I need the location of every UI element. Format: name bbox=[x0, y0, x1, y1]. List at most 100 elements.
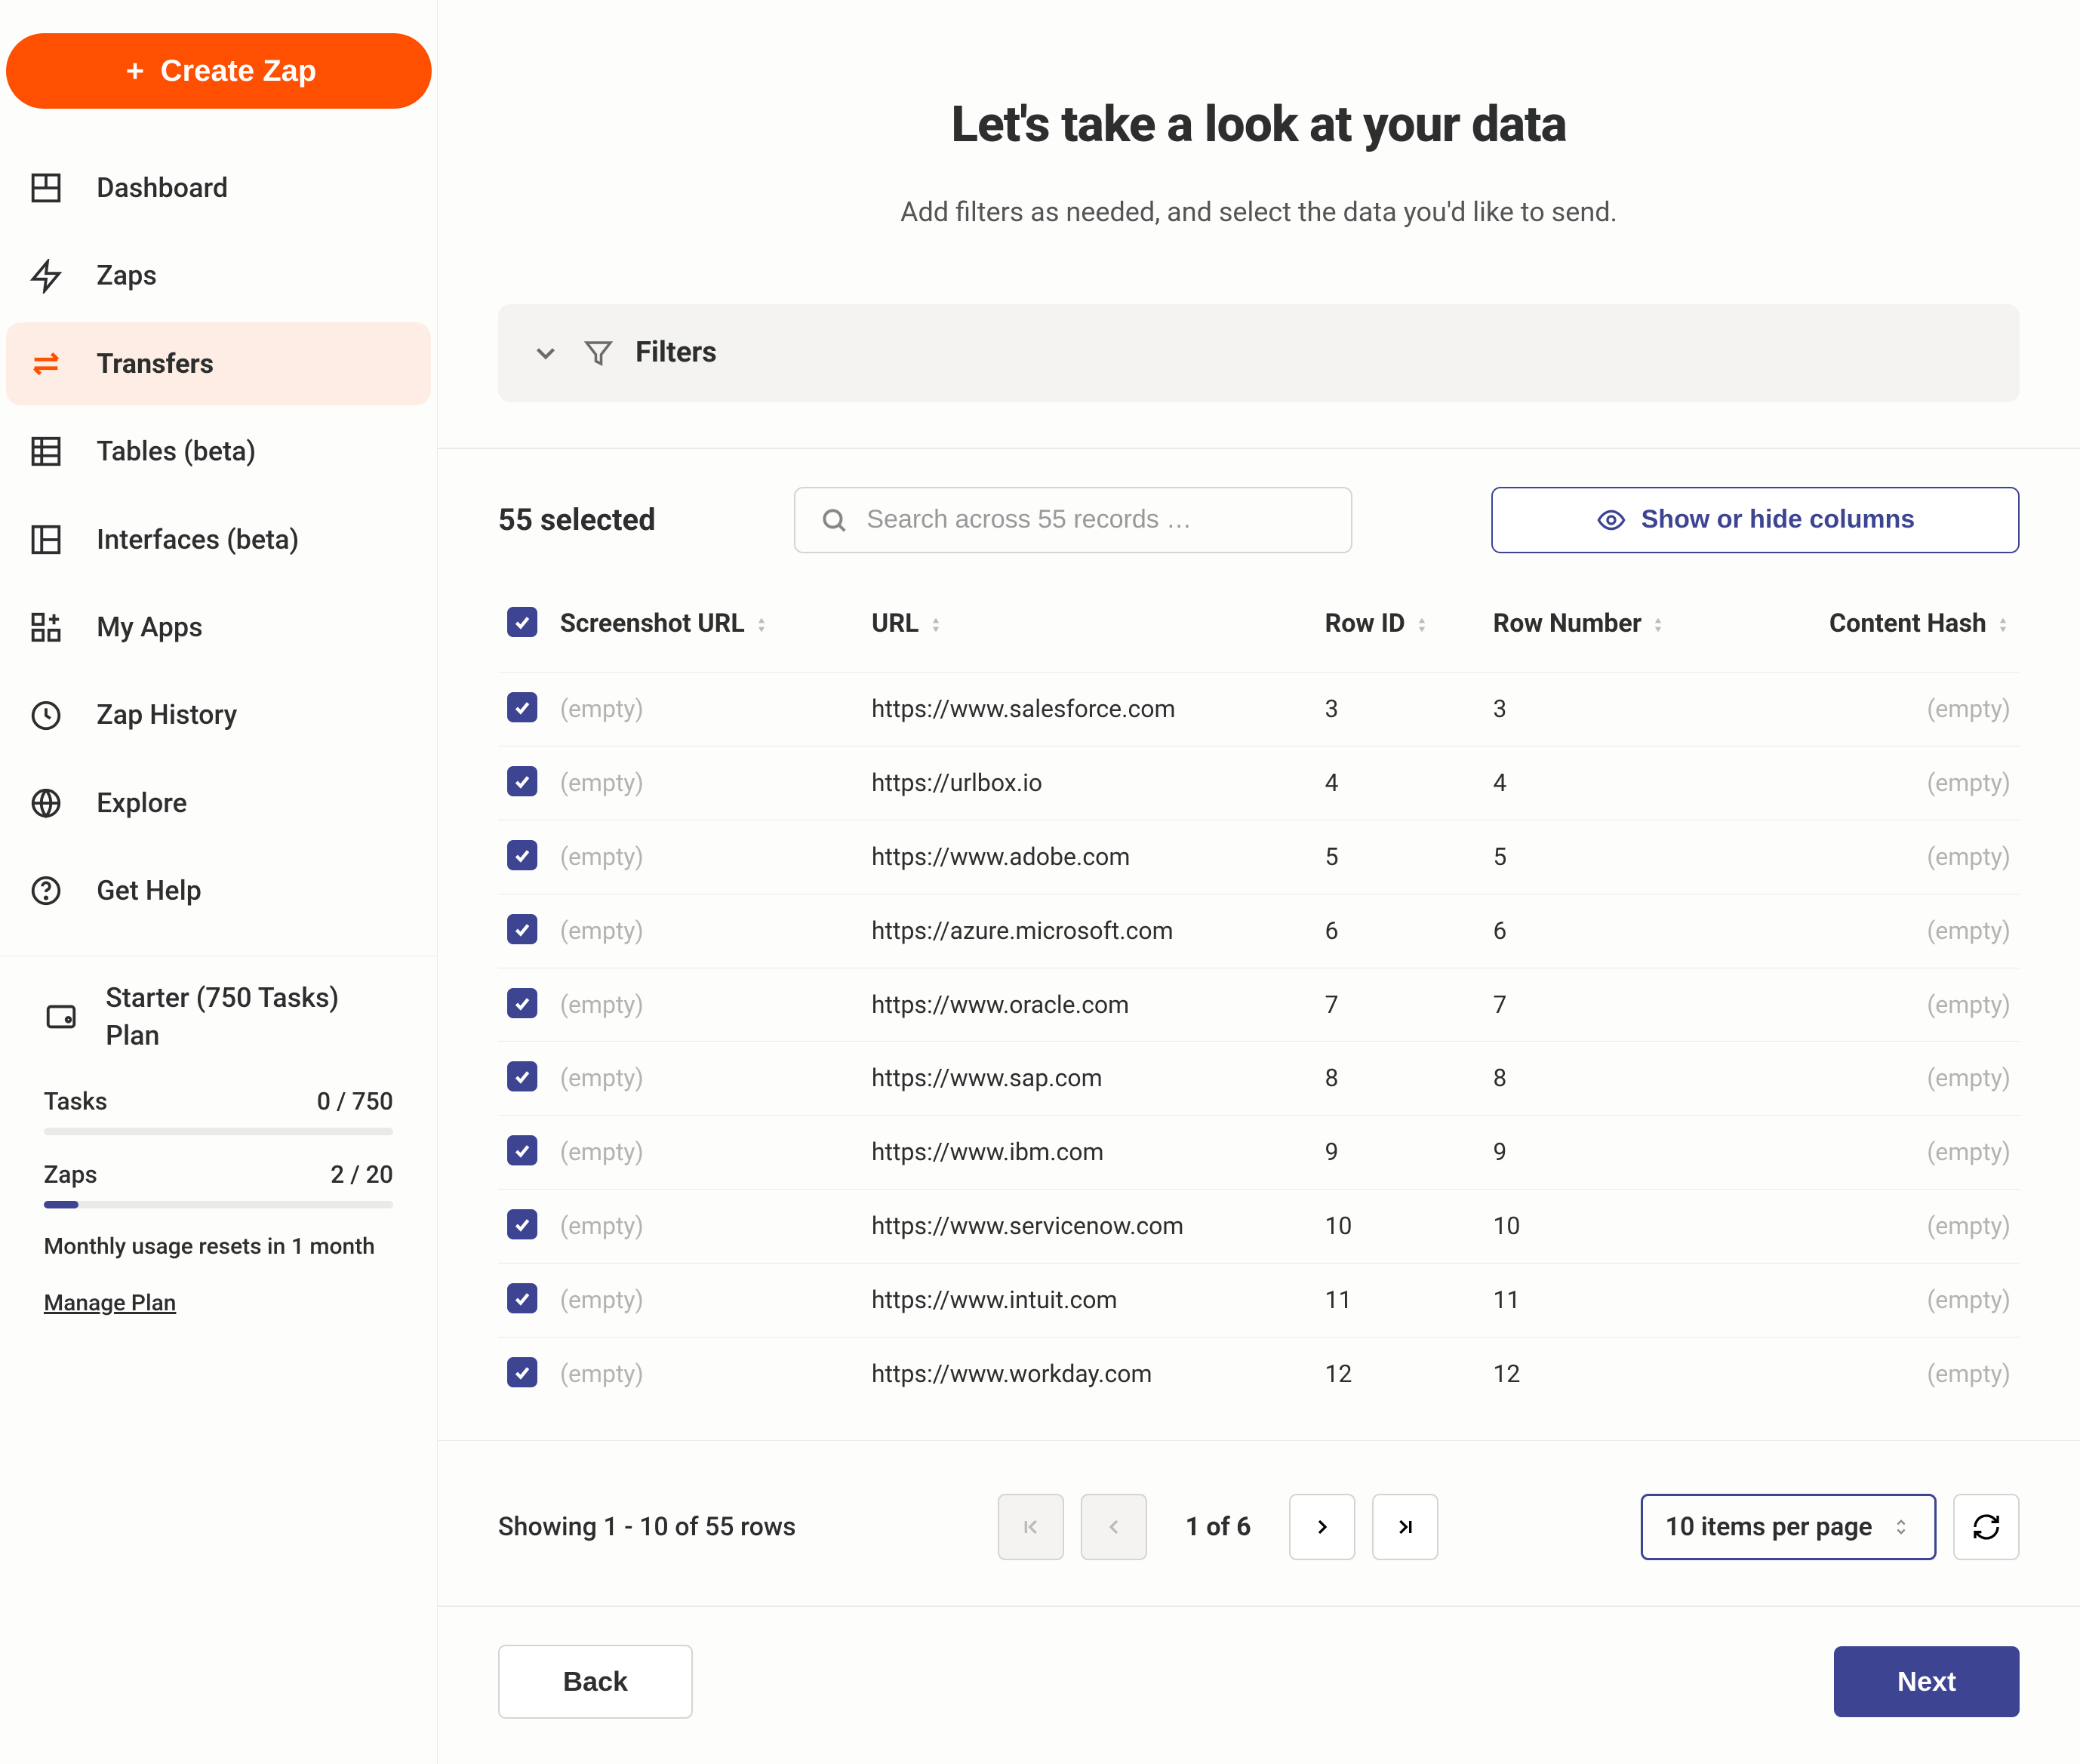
row-checkbox[interactable] bbox=[507, 692, 537, 722]
prev-page-button[interactable] bbox=[1081, 1494, 1147, 1560]
tables-icon bbox=[29, 434, 63, 469]
row-checkbox[interactable] bbox=[507, 914, 537, 944]
cell-row_id: 8 bbox=[1315, 1042, 1484, 1116]
sidebar-item-transfers[interactable]: Transfers bbox=[6, 322, 431, 405]
selected-count: 55 selected bbox=[498, 499, 656, 541]
row-checkbox[interactable] bbox=[507, 1061, 537, 1091]
row-checkbox[interactable] bbox=[507, 1357, 537, 1387]
table-row: (empty)https://www.ibm.com99(empty) bbox=[498, 1116, 2020, 1190]
table-row: (empty)https://www.servicenow.com1010(em… bbox=[498, 1189, 2020, 1263]
plan-note: Monthly usage resets in 1 month bbox=[44, 1231, 393, 1263]
cell-url: https://www.salesforce.com bbox=[863, 673, 1316, 747]
transfers-icon bbox=[29, 346, 63, 381]
create-zap-button[interactable]: Create Zap bbox=[6, 33, 432, 109]
tasks-meter bbox=[44, 1128, 393, 1135]
cell-content_hash: (empty) bbox=[1746, 1116, 2020, 1190]
cell-content_hash: (empty) bbox=[1746, 820, 2020, 894]
sidebar-item-dashboard[interactable]: Dashboard bbox=[6, 146, 431, 229]
row-checkbox[interactable] bbox=[507, 1209, 537, 1239]
cell-row_number: 4 bbox=[1484, 747, 1746, 820]
sidebar-item-myapps[interactable]: My Apps bbox=[6, 586, 431, 669]
next-button[interactable]: Next bbox=[1834, 1646, 2020, 1717]
filters-panel[interactable]: Filters bbox=[498, 304, 2020, 402]
interfaces-icon bbox=[29, 522, 63, 557]
hero: Let's take a look at your data Add filte… bbox=[438, 0, 2080, 292]
cell-content_hash: (empty) bbox=[1746, 968, 2020, 1042]
sidebar-item-label: My Apps bbox=[97, 608, 203, 646]
cell-content_hash: (empty) bbox=[1746, 1337, 2020, 1410]
cell-url: https://www.adobe.com bbox=[863, 820, 1316, 894]
column-header-row_number[interactable]: Row Number bbox=[1484, 591, 1746, 673]
sidebar-item-gethelp[interactable]: Get Help bbox=[6, 849, 431, 932]
main: Let's take a look at your data Add filte… bbox=[438, 0, 2080, 1764]
sidebar-item-interfaces[interactable]: Interfaces (beta) bbox=[6, 498, 431, 581]
cell-screenshot_url: (empty) bbox=[551, 747, 863, 820]
column-header-row_id[interactable]: Row ID bbox=[1315, 591, 1484, 673]
table-row: (empty)https://www.oracle.com77(empty) bbox=[498, 968, 2020, 1042]
sidebar-item-label: Get Help bbox=[97, 872, 202, 910]
zaps-value: 2 / 20 bbox=[331, 1158, 393, 1192]
apps-icon bbox=[29, 610, 63, 645]
cell-content_hash: (empty) bbox=[1746, 1263, 2020, 1337]
search-box[interactable] bbox=[794, 487, 1352, 553]
sidebar-item-explore[interactable]: Explore bbox=[6, 762, 431, 845]
sidebar-item-label: Interfaces (beta) bbox=[97, 521, 299, 559]
row-checkbox[interactable] bbox=[507, 766, 537, 796]
cell-row_number: 3 bbox=[1484, 673, 1746, 747]
help-icon bbox=[29, 873, 63, 908]
cell-url: https://www.oracle.com bbox=[863, 968, 1316, 1042]
zaps-meter bbox=[44, 1201, 393, 1208]
columns-button-label: Show or hide columns bbox=[1642, 505, 1915, 534]
table-row: (empty)https://azure.microsoft.com66(emp… bbox=[498, 894, 2020, 968]
sort-icon bbox=[1995, 616, 2011, 634]
table-row: (empty)https://www.workday.com1212(empty… bbox=[498, 1337, 2020, 1410]
cell-screenshot_url: (empty) bbox=[551, 894, 863, 968]
last-page-button[interactable] bbox=[1372, 1494, 1438, 1560]
page-subtitle: Add filters as needed, and select the da… bbox=[498, 193, 2020, 231]
row-checkbox[interactable] bbox=[507, 840, 537, 870]
wallet-icon bbox=[44, 999, 78, 1034]
sidebar-item-zaps[interactable]: Zaps bbox=[6, 234, 431, 317]
cell-screenshot_url: (empty) bbox=[551, 1189, 863, 1263]
sidebar-item-tables[interactable]: Tables (beta) bbox=[6, 410, 431, 493]
cell-row_number: 12 bbox=[1484, 1337, 1746, 1410]
next-page-button[interactable] bbox=[1289, 1494, 1355, 1560]
table-row: (empty)https://www.sap.com88(empty) bbox=[498, 1042, 2020, 1116]
filter-icon bbox=[583, 337, 614, 369]
table-row: (empty)https://www.salesforce.com33(empt… bbox=[498, 673, 2020, 747]
refresh-button[interactable] bbox=[1953, 1494, 2020, 1560]
cell-row_id: 5 bbox=[1315, 820, 1484, 894]
sidebar-item-zaphistory[interactable]: Zap History bbox=[6, 673, 431, 756]
controls-bar: 55 selected Show or hide columns bbox=[438, 449, 2080, 591]
data-table: Screenshot URLURLRow IDRow NumberContent… bbox=[438, 591, 2080, 1411]
chevron-down-icon bbox=[530, 337, 562, 369]
footer: Back Next bbox=[438, 1605, 2080, 1764]
row-checkbox[interactable] bbox=[507, 988, 537, 1018]
search-input[interactable] bbox=[866, 505, 1327, 534]
showing-text: Showing 1 - 10 of 55 rows bbox=[498, 1510, 796, 1546]
items-per-page-select[interactable]: 10 items per page bbox=[1641, 1494, 1937, 1560]
create-zap-label: Create Zap bbox=[161, 54, 317, 88]
back-button[interactable]: Back bbox=[498, 1645, 693, 1719]
row-checkbox[interactable] bbox=[507, 1283, 537, 1313]
cell-row_number: 7 bbox=[1484, 968, 1746, 1042]
first-page-button[interactable] bbox=[998, 1494, 1064, 1560]
table-row: (empty)https://urlbox.io44(empty) bbox=[498, 747, 2020, 820]
cell-row_number: 9 bbox=[1484, 1116, 1746, 1190]
sidebar-item-label: Zap History bbox=[97, 696, 237, 734]
manage-plan-link[interactable]: Manage Plan bbox=[44, 1290, 176, 1316]
page-label: 1 of 6 bbox=[1185, 1510, 1251, 1546]
show-hide-columns-button[interactable]: Show or hide columns bbox=[1491, 487, 2020, 553]
column-header-url[interactable]: URL bbox=[863, 591, 1316, 673]
sidebar-item-label: Dashboard bbox=[97, 169, 228, 207]
column-header-screenshot_url[interactable]: Screenshot URL bbox=[551, 591, 863, 673]
table-row: (empty)https://www.adobe.com55(empty) bbox=[498, 820, 2020, 894]
cell-screenshot_url: (empty) bbox=[551, 1263, 863, 1337]
column-header-content_hash[interactable]: Content Hash bbox=[1746, 591, 2020, 673]
row-checkbox[interactable] bbox=[507, 1135, 537, 1165]
select-all-checkbox[interactable] bbox=[507, 607, 537, 637]
tasks-label: Tasks bbox=[44, 1085, 107, 1119]
cell-content_hash: (empty) bbox=[1746, 673, 2020, 747]
sidebar-item-label: Zaps bbox=[97, 257, 157, 294]
cell-content_hash: (empty) bbox=[1746, 1042, 2020, 1116]
